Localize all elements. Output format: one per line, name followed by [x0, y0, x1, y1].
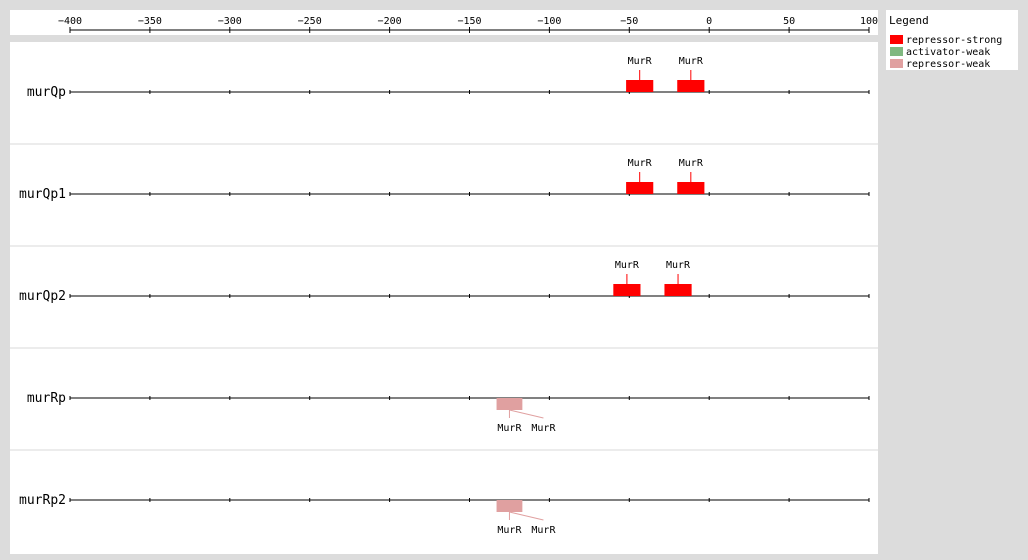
- binding-site-label: MurR: [615, 260, 640, 271]
- binding-site-box: [496, 500, 523, 512]
- promoter-name: murQp1: [19, 187, 66, 202]
- axis-tick-label: −300: [218, 16, 242, 27]
- promoter-name: murQp2: [19, 289, 66, 304]
- binding-site-label: MurR: [628, 56, 653, 67]
- legend-title: Legend: [889, 14, 929, 27]
- binding-site-label: MurR: [666, 260, 691, 271]
- legend: Legend repressor-strongactivator-weakrepr…: [886, 10, 1018, 70]
- binding-site-label: MurR: [628, 158, 653, 169]
- binding-site-box: [664, 284, 692, 296]
- binding-site-label: MurR: [679, 56, 704, 67]
- axis-tick-label: −150: [457, 16, 481, 27]
- legend-item: activator-weak: [890, 47, 990, 58]
- axis-tick-label: −200: [378, 16, 402, 27]
- rows-panel-bg: [10, 42, 878, 554]
- binding-site-box: [626, 182, 654, 194]
- axis-tick-label: 100: [860, 16, 878, 27]
- binding-site-label: MurR: [497, 423, 522, 434]
- legend-swatch: [890, 59, 903, 68]
- promoter-rows: murQp MurR MurR murQp1 MurR MurR murQp2 MurR Mur…: [10, 42, 878, 554]
- legend-swatch: [890, 47, 903, 56]
- binding-site-box: [496, 398, 523, 410]
- axis-tick-label: −350: [138, 16, 162, 27]
- axis-tick-label: −50: [620, 16, 638, 27]
- axis-tick-label: −250: [298, 16, 322, 27]
- binding-site-label: MurR: [531, 423, 556, 434]
- position-axis: −400 −350 −300 −250 −200 −150 −100 −50 0 50 100: [10, 10, 878, 35]
- binding-site-box: [626, 80, 654, 92]
- promoter-name: murRp: [27, 391, 66, 406]
- binding-site-box: [677, 182, 705, 194]
- binding-site-label: MurR: [531, 525, 556, 536]
- legend-label: repressor-weak: [906, 59, 990, 70]
- legend-item: repressor-strong: [890, 35, 1002, 46]
- binding-site-label: MurR: [679, 158, 704, 169]
- axis-tick-label: −400: [58, 16, 82, 27]
- legend-item: repressor-weak: [890, 59, 990, 70]
- legend-swatch: [890, 35, 903, 44]
- axis-tick-label: 50: [783, 16, 795, 27]
- binding-site-label: MurR: [497, 525, 522, 536]
- binding-site-box: [613, 284, 641, 296]
- promoter-name: murQp: [27, 85, 66, 100]
- binding-site-box: [677, 80, 705, 92]
- axis-tick-label: −100: [537, 16, 561, 27]
- legend-label: activator-weak: [906, 47, 990, 58]
- legend-label: repressor-strong: [906, 35, 1002, 46]
- axis-tick-label: 0: [706, 16, 712, 27]
- promoter-map-diagram: −400 −350 −300 −250 −200 −150 −100 −50 0 50 100 mu…: [10, 10, 1018, 554]
- promoter-name: murRp2: [19, 493, 66, 508]
